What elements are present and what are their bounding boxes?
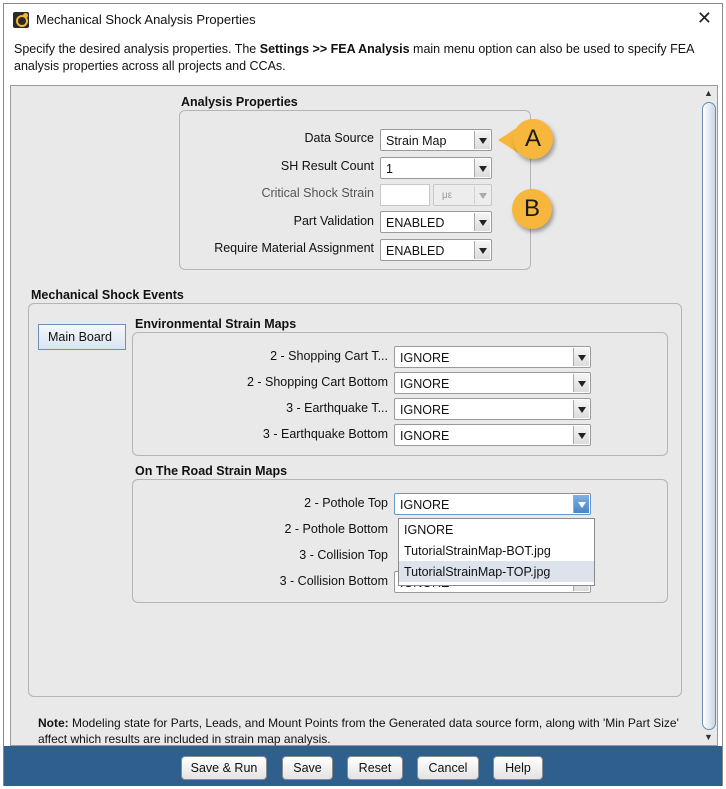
data-source-label: Data Source bbox=[304, 131, 374, 145]
env-row-value: IGNORE bbox=[400, 403, 450, 417]
data-source-select[interactable]: Strain Map bbox=[380, 129, 492, 151]
strain-map-dropdown-list[interactable]: IGNORE TutorialStrainMap-BOT.jpg Tutoria… bbox=[398, 518, 595, 586]
description-text: Specify the desired analysis properties.… bbox=[14, 41, 704, 75]
road-row-label: 2 - Pothole Bottom bbox=[284, 522, 388, 536]
part-validation-label: Part Validation bbox=[293, 214, 374, 228]
callout-b-badge: B bbox=[512, 189, 552, 229]
tab-main-board[interactable]: Main Board bbox=[38, 324, 126, 350]
title-bar: Mechanical Shock Analysis Properties ✕ bbox=[4, 4, 722, 36]
chevron-down-icon[interactable] bbox=[573, 495, 589, 513]
chevron-down-icon[interactable] bbox=[573, 374, 589, 392]
sh-result-count-value: 1 bbox=[386, 162, 393, 176]
chevron-down-icon[interactable] bbox=[474, 213, 490, 231]
sh-result-count-label: SH Result Count bbox=[280, 159, 374, 173]
chevron-down-icon bbox=[474, 186, 490, 204]
save-button[interactable]: Save bbox=[282, 756, 333, 780]
road-row-label: 2 - Pothole Top bbox=[304, 496, 388, 510]
part-validation-value: ENABLED bbox=[386, 216, 445, 230]
pothole-top-value: IGNORE bbox=[400, 498, 450, 512]
button-bar: Save & Run Save Reset Cancel Help bbox=[4, 746, 722, 786]
analysis-properties-title: Analysis Properties bbox=[181, 95, 298, 109]
on-the-road-strain-maps-title: On The Road Strain Maps bbox=[135, 464, 288, 478]
environmental-strain-maps-title: Environmental Strain Maps bbox=[135, 317, 297, 331]
description-before: Specify the desired analysis properties.… bbox=[14, 42, 260, 56]
sh-result-count-select[interactable]: 1 bbox=[380, 157, 492, 179]
env-row-select[interactable]: IGNORE bbox=[394, 424, 591, 446]
env-row-value: IGNORE bbox=[400, 377, 450, 391]
scroll-up-icon[interactable]: ▲ bbox=[704, 88, 713, 98]
chevron-down-icon[interactable] bbox=[474, 241, 490, 259]
scroll-down-icon[interactable]: ▼ bbox=[704, 732, 713, 742]
data-source-value: Strain Map bbox=[386, 134, 447, 148]
chevron-down-icon[interactable] bbox=[573, 348, 589, 366]
env-row-label: 2 - Shopping Cart Bottom bbox=[246, 375, 388, 389]
note-text: Note: Modeling state for Parts, Leads, a… bbox=[38, 715, 688, 747]
critical-shock-strain-label: Critical Shock Strain bbox=[261, 186, 374, 200]
note-label: Note: bbox=[38, 716, 69, 730]
require-material-label: Require Material Assignment bbox=[214, 241, 374, 255]
scroll-thumb[interactable] bbox=[702, 102, 716, 730]
description-bold: Settings >> FEA Analysis bbox=[259, 42, 410, 56]
chevron-down-icon[interactable] bbox=[573, 400, 589, 418]
require-material-value: ENABLED bbox=[386, 244, 445, 258]
env-row-label: 2 - Shopping Cart T... bbox=[270, 349, 388, 363]
cancel-button[interactable]: Cancel bbox=[417, 756, 479, 780]
mechanical-shock-events-title: Mechanical Shock Events bbox=[31, 288, 184, 302]
strain-unit-select: με bbox=[433, 184, 492, 206]
env-row-value: IGNORE bbox=[400, 351, 450, 365]
vertical-scrollbar[interactable]: ▲ ▼ bbox=[701, 85, 718, 746]
pothole-top-select[interactable]: IGNORE bbox=[394, 493, 591, 515]
env-row-select[interactable]: IGNORE bbox=[394, 372, 591, 394]
dropdown-option[interactable]: IGNORE bbox=[399, 519, 594, 540]
note-body: Modeling state for Parts, Leads, and Mou… bbox=[38, 716, 679, 746]
require-material-select[interactable]: ENABLED bbox=[380, 239, 492, 261]
chevron-down-icon[interactable] bbox=[573, 426, 589, 444]
save-and-run-button[interactable]: Save & Run bbox=[181, 756, 267, 780]
env-row-select[interactable]: IGNORE bbox=[394, 346, 591, 368]
dropdown-option[interactable]: TutorialStrainMap-TOP.jpg bbox=[399, 561, 594, 582]
chevron-down-icon[interactable] bbox=[474, 159, 490, 177]
reset-button[interactable]: Reset bbox=[347, 756, 403, 780]
help-button[interactable]: Help bbox=[493, 756, 543, 780]
window-title: Mechanical Shock Analysis Properties bbox=[36, 12, 256, 27]
road-row-label: 3 - Collision Top bbox=[299, 548, 388, 562]
env-row-label: 3 - Earthquake T... bbox=[286, 401, 388, 415]
app-gear-icon bbox=[13, 12, 29, 28]
dropdown-option[interactable]: TutorialStrainMap-BOT.jpg bbox=[399, 540, 594, 561]
critical-shock-strain-input[interactable] bbox=[380, 184, 430, 206]
strain-unit-value: με bbox=[442, 190, 453, 201]
road-row-label: 3 - Collision Bottom bbox=[279, 574, 388, 588]
chevron-down-icon[interactable] bbox=[474, 131, 490, 149]
callout-a-badge: A bbox=[513, 119, 553, 159]
env-row-select[interactable]: IGNORE bbox=[394, 398, 591, 420]
part-validation-select[interactable]: ENABLED bbox=[380, 211, 492, 233]
env-row-label: 3 - Earthquake Bottom bbox=[262, 427, 388, 441]
dialog-window: Mechanical Shock Analysis Properties ✕ S… bbox=[3, 3, 723, 786]
close-icon[interactable]: ✕ bbox=[697, 8, 712, 29]
env-row-value: IGNORE bbox=[400, 429, 450, 443]
